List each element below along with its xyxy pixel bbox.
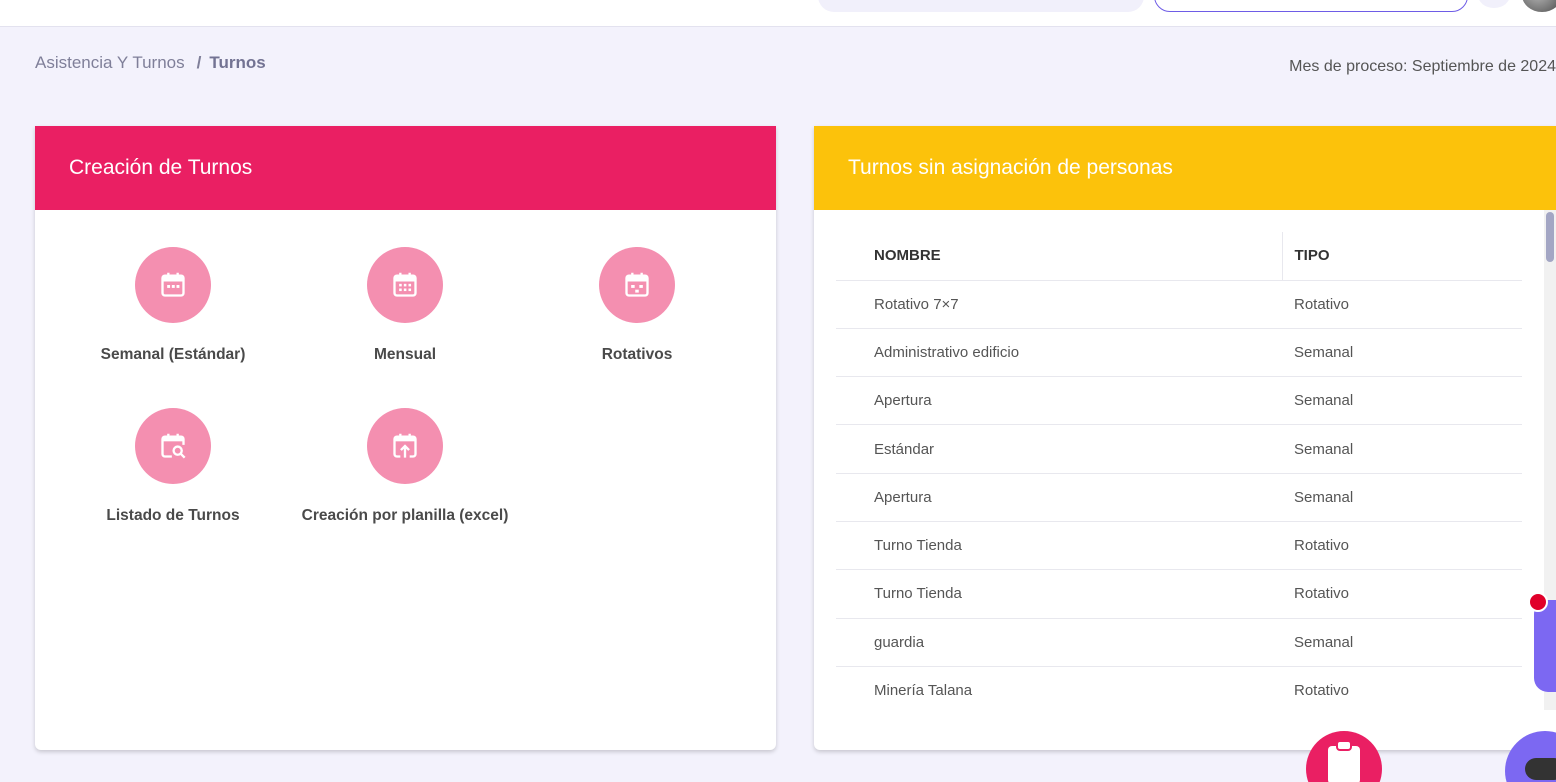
notifications-icon[interactable] [1478,0,1510,8]
tile-rotating[interactable]: Rotativos [521,247,753,366]
breadcrumb-parent-link[interactable]: Asistencia Y Turnos [35,53,185,72]
cell-type: Semanal [1282,473,1522,522]
unassigned-shifts-card: Turnos sin asignación de personas NOMBRE… [814,126,1556,750]
calendar-upload-icon[interactable] [367,408,443,484]
help-side-tab[interactable] [1534,600,1556,692]
tile-shift-list[interactable]: Listado de Turnos [57,408,289,527]
table-row[interactable]: Turno Tienda Rotativo [836,521,1522,571]
tile-weekly[interactable]: Semanal (Estándar) [57,247,289,366]
cell-name: guardia [836,618,1282,667]
breadcrumb-separator: / [196,53,202,72]
cell-name: Rotativo 7×7 [836,280,1282,329]
calendar-week-icon[interactable] [135,247,211,323]
shift-creation-card: Creación de Turnos Semanal (Estándar) Me… [35,126,776,750]
cell-type: Semanal [1282,424,1522,474]
cell-name: Turno Tienda [836,569,1282,619]
tile-monthly[interactable]: Mensual [289,247,521,366]
cell-name: Turno Tienda [836,521,1282,571]
cell-name: Estándar [836,424,1282,474]
cell-type: Semanal [1282,618,1522,667]
tile-label: Creación por planilla (excel) [301,507,509,524]
user-avatar[interactable] [1522,0,1556,12]
cell-name: Apertura [836,376,1282,426]
unassigned-shifts-table: NOMBRE TIPO Rotativo 7×7 Rotativo Adminis… [836,232,1522,715]
cell-name: Administrativo edificio [836,328,1282,378]
table-row[interactable]: Minería Talana Rotativo [836,666,1522,714]
table-row[interactable]: Apertura Semanal [836,473,1522,522]
cell-type: Rotativo [1282,521,1522,571]
cell-type: Rotativo [1294,682,1350,700]
tile-label: Rotativos [601,346,673,363]
table-row[interactable]: Rotativo 7×7 Rotativo [836,280,1522,329]
calendar-rotate-icon[interactable] [599,247,675,323]
cell-type: Rotativo [1282,569,1522,619]
chat-icon [1525,758,1556,780]
shift-creation-header: Creación de Turnos [35,126,776,210]
cell-type: Semanal [1282,328,1522,378]
cell-name: Minería Talana [874,682,973,700]
breadcrumb-current: Turnos [209,53,266,72]
table-row[interactable]: Estándar Semanal [836,424,1522,474]
table-row[interactable]: Turno Tienda Rotativo [836,569,1522,619]
calendar-month-icon[interactable] [367,247,443,323]
unassigned-shifts-header: Turnos sin asignación de personas [814,126,1556,210]
top-header [0,0,1556,27]
tile-excel-upload[interactable]: Creación por planilla (excel) [289,408,521,527]
tile-label: Mensual [373,346,436,363]
card-title: Creación de Turnos [69,156,253,179]
header-button[interactable] [1154,0,1468,12]
process-month-label: Mes de proceso: Septiembre de 2024 [1289,58,1556,75]
search-bar[interactable] [818,0,1144,12]
column-header-name[interactable]: NOMBRE [836,232,1282,281]
table-header-row: NOMBRE TIPO [836,232,1522,281]
notification-dot [1528,592,1548,612]
column-header-type[interactable]: TIPO [1281,232,1522,281]
tile-label: Semanal (Estándar) [100,346,246,363]
table-row[interactable]: guardia Semanal [836,618,1522,667]
card-title: Turnos sin asignación de personas [848,156,1173,179]
cell-type: Rotativo [1282,280,1522,329]
scrollbar-thumb[interactable] [1546,212,1554,262]
table-row[interactable]: Apertura Semanal [836,376,1522,426]
cell-type: Semanal [1282,376,1522,426]
breadcrumb: Asistencia Y Turnos / Turnos [35,53,266,73]
table-row[interactable]: Administrativo edificio Semanal [836,328,1522,378]
calendar-search-icon[interactable] [135,408,211,484]
tile-label: Listado de Turnos [106,507,240,524]
cell-name: Apertura [836,473,1282,522]
clipboard-icon [1328,740,1360,782]
